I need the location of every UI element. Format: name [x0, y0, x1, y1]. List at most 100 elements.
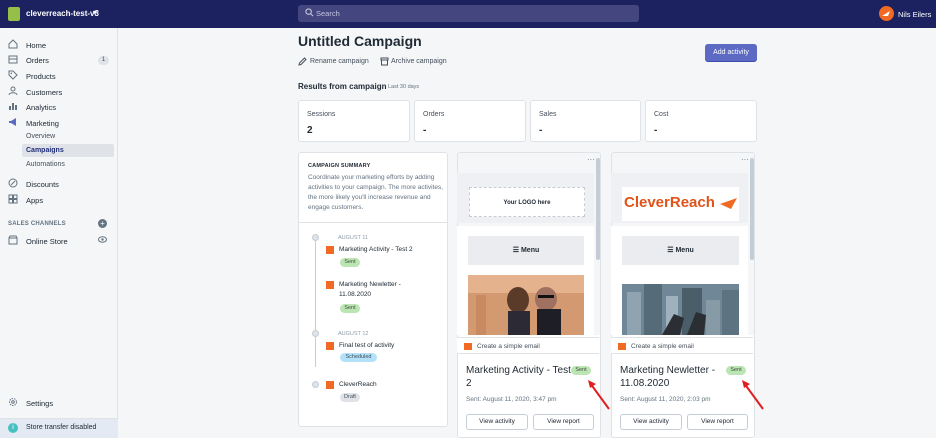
- status-badge: Scheduled: [340, 353, 377, 362]
- avatar[interactable]: [879, 6, 894, 21]
- logo-placeholder: Your LOGO here: [469, 187, 585, 217]
- email-type-label: Create a simple email: [631, 343, 694, 350]
- stat-orders: Orders -: [414, 100, 526, 142]
- timeline-item-title[interactable]: CleverReach: [339, 380, 439, 390]
- view-activity-button[interactable]: View activity: [620, 414, 682, 430]
- store-icon: [8, 235, 18, 245]
- stat-label: Sales: [539, 111, 557, 118]
- sidebar-item-label: Settings: [26, 399, 54, 408]
- archive-campaign-link[interactable]: Archive campaign: [391, 58, 447, 65]
- timeline-dot: [312, 381, 319, 388]
- sidebar-item-home[interactable]: Home: [8, 38, 118, 53]
- eye-icon[interactable]: [98, 236, 107, 243]
- home-icon: [8, 39, 18, 49]
- discount-icon: [8, 178, 18, 188]
- store-name[interactable]: cleverreach-test-v3: [26, 9, 99, 18]
- paper-plane-icon: [720, 198, 737, 209]
- timeline-date: AUGUST 12: [338, 331, 369, 337]
- timeline-date: AUGUST 11: [338, 235, 369, 241]
- info-icon: i: [8, 423, 18, 433]
- store-transfer-text: Store transfer disabled: [26, 424, 97, 431]
- tag-icon: [8, 70, 18, 80]
- add-channel-icon[interactable]: +: [98, 219, 107, 228]
- shopify-bag-icon[interactable]: [8, 7, 20, 21]
- results-heading: Results from campaign: [298, 82, 387, 91]
- more-options-icon[interactable]: ···: [587, 155, 595, 164]
- rename-campaign-link[interactable]: Rename campaign: [310, 58, 369, 65]
- gear-icon: [9, 398, 17, 406]
- menu-block: ☰ Menu: [468, 236, 584, 265]
- stat-value: -: [423, 125, 427, 136]
- stat-label: Orders: [423, 111, 445, 118]
- cleverreach-icon: [464, 343, 472, 350]
- summary-heading: CAMPAIGN SUMMARY: [308, 163, 371, 169]
- orders-count-badge: 1: [98, 56, 109, 65]
- red-arrow-annotation: [588, 380, 610, 410]
- megaphone-icon: [9, 118, 16, 126]
- stat-value: 2: [307, 125, 313, 136]
- status-badge: Sent: [571, 366, 591, 375]
- menu-block: ☰ Menu: [622, 236, 739, 265]
- sidebar-item-label: Online Store: [26, 237, 68, 246]
- more-options-icon[interactable]: ···: [741, 155, 749, 164]
- sidebar-item-discounts[interactable]: Discounts: [8, 177, 118, 192]
- apps-icon: [8, 194, 18, 204]
- summary-text: Coordinate your marketing efforts by add…: [308, 174, 443, 211]
- activity-title: Marketing Activity - Test 2: [466, 365, 571, 389]
- activity-title: Marketing Newletter - 11.08.2020: [620, 365, 716, 389]
- sidebar-item-settings[interactable]: Settings: [8, 396, 118, 411]
- scrollbar[interactable]: [750, 158, 754, 260]
- email-type-row: Create a simple email: [457, 337, 599, 354]
- sidebar-item-label: Discounts: [26, 180, 59, 189]
- sidebar-subitem-overview[interactable]: Overview: [26, 133, 55, 140]
- sidebar-subitem-campaigns[interactable]: Campaigns: [26, 147, 64, 154]
- pencil-icon: [298, 57, 307, 66]
- sent-date: Sent: August 11, 2020, 2:03 pm: [620, 396, 711, 403]
- timeline-dot: [312, 234, 319, 241]
- sidebar-item-customers[interactable]: Customers: [8, 85, 118, 100]
- cleverreach-icon: [326, 246, 334, 254]
- search-placeholder: Search: [316, 9, 340, 18]
- timeline-dot: [312, 330, 319, 337]
- sidebar-item-label: Marketing: [26, 119, 59, 128]
- stat-value: -: [539, 125, 543, 136]
- cleverreach-icon: [326, 381, 334, 389]
- view-report-button[interactable]: View report: [687, 414, 748, 430]
- divider: [298, 222, 448, 223]
- sidebar-item-label: Products: [26, 72, 56, 81]
- archive-icon: [380, 57, 389, 66]
- scrollbar[interactable]: [596, 158, 600, 260]
- orders-icon: [8, 55, 18, 64]
- view-activity-button[interactable]: View activity: [466, 414, 528, 430]
- email-type-label: Create a simple email: [477, 343, 540, 350]
- timeline-line: [315, 237, 316, 367]
- sidebar-item-apps[interactable]: Apps: [8, 193, 118, 208]
- page-title: Untitled Campaign: [298, 33, 422, 49]
- sidebar-item-label: Orders: [26, 56, 49, 65]
- view-report-button[interactable]: View report: [533, 414, 594, 430]
- status-badge: Sent: [340, 304, 360, 313]
- sidebar-item-marketing[interactable]: Marketing: [8, 116, 118, 131]
- chevron-down-icon[interactable]: ▾: [93, 8, 97, 17]
- stat-label: Cost: [654, 111, 669, 118]
- stat-cost: Cost -: [645, 100, 757, 142]
- stat-sales: Sales -: [530, 100, 641, 142]
- search-input[interactable]: [298, 5, 639, 22]
- timeline-item-title[interactable]: Marketing Newletter - 11.08.2020: [339, 280, 419, 300]
- timeline-item-title[interactable]: Final test of activity: [339, 341, 439, 351]
- cleverreach-icon: [618, 343, 626, 350]
- add-activity-button[interactable]: Add activity: [705, 44, 757, 61]
- email-type-row: Create a simple email: [611, 337, 753, 354]
- sidebar-subitem-automations[interactable]: Automations: [26, 161, 65, 168]
- cleverreach-icon: [326, 342, 334, 350]
- stat-value: -: [654, 125, 658, 136]
- user-name[interactable]: Nils Eilers: [898, 10, 931, 19]
- sidebar-item-products[interactable]: Products: [8, 69, 118, 84]
- preview-image: [468, 275, 584, 335]
- sidebar-item-label: Apps: [26, 196, 44, 205]
- cleverreach-logo: CleverReach: [622, 187, 739, 221]
- timeline-item-title[interactable]: Marketing Activity - Test 2: [339, 245, 439, 255]
- status-badge: Sent: [726, 366, 746, 375]
- bar-chart-icon: [9, 103, 17, 110]
- sidebar-item-analytics[interactable]: Analytics: [8, 100, 118, 115]
